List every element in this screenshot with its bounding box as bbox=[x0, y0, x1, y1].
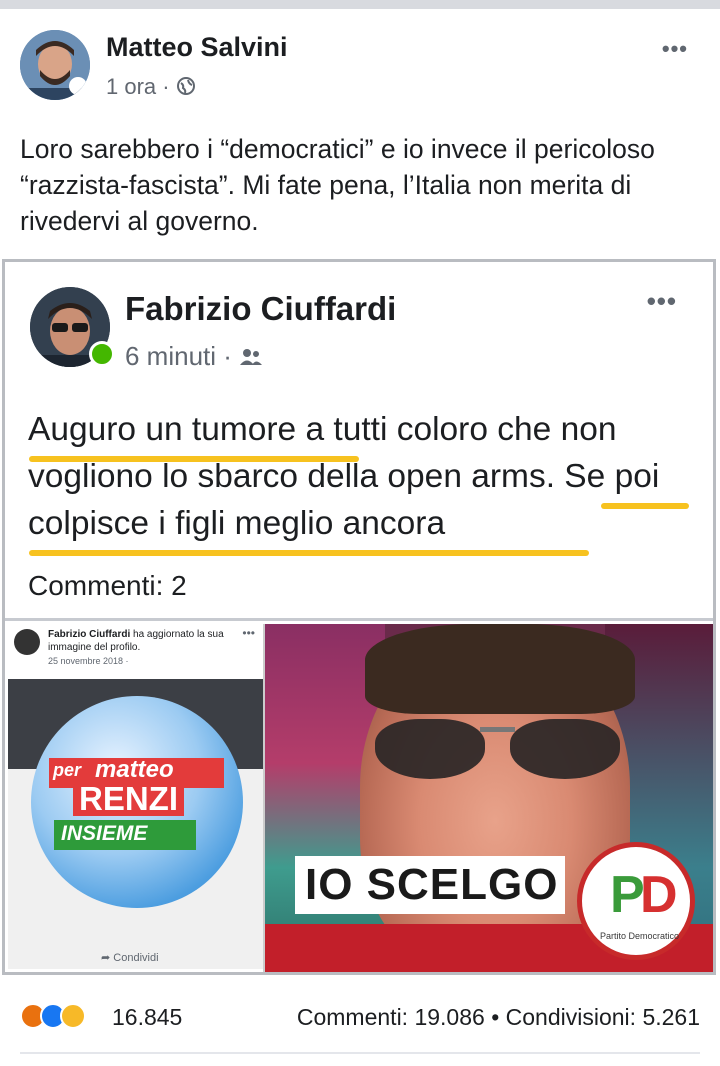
logo-per: per bbox=[53, 760, 82, 780]
divider bbox=[5, 618, 713, 621]
post-meta: 1 ora · bbox=[106, 74, 196, 100]
party-logo: P D Partito Democratico bbox=[577, 842, 695, 960]
author-name[interactable]: Matteo Salvini bbox=[106, 32, 288, 63]
divider bbox=[20, 1052, 700, 1054]
more-options-icon[interactable]: ••• bbox=[662, 36, 688, 62]
highlight-underline bbox=[29, 550, 589, 556]
comments-count[interactable]: Commenti: 19.086 bbox=[297, 1004, 485, 1030]
author-avatar[interactable] bbox=[20, 30, 90, 100]
stats-separator: • bbox=[491, 1004, 500, 1030]
hair bbox=[365, 624, 635, 714]
logo-letter-d: D bbox=[640, 866, 678, 924]
shared-screenshot[interactable]: Fabrizio Ciuffardi 6 minuti · ••• Auguro… bbox=[2, 259, 716, 975]
post-time[interactable]: 1 ora bbox=[106, 74, 156, 99]
mini-share-label: Condividi bbox=[113, 952, 159, 964]
logo-renzi: RENZI bbox=[73, 782, 184, 816]
shares-count[interactable]: Condivisioni: 5.261 bbox=[506, 1004, 700, 1030]
banner-text: IO SCELGO bbox=[305, 860, 559, 909]
post-header: Matteo Salvini 1 ora · ••• bbox=[20, 30, 700, 100]
shared-post-text: Auguro un tumore a tutti coloro che non … bbox=[28, 411, 660, 542]
meta-separator: · bbox=[223, 341, 240, 371]
shared-post-time: 6 minuti bbox=[125, 341, 217, 371]
post-footer: 16.845 Commenti: 19.086 • Condivisioni: … bbox=[20, 1000, 700, 1036]
mini-more-icon: ••• bbox=[242, 626, 255, 640]
logo-caption: Partito Democratico bbox=[600, 931, 680, 941]
sunglasses-bridge bbox=[480, 727, 515, 732]
top-divider bbox=[0, 0, 720, 9]
selfie-photo: IO SCELGO P D Partito Democratico bbox=[265, 624, 713, 972]
online-status-icon bbox=[89, 341, 115, 367]
sad-icon[interactable] bbox=[60, 1003, 86, 1029]
sunglasses-lens-right bbox=[510, 719, 620, 779]
sunglasses-lens-left bbox=[375, 719, 485, 779]
mini-date: 25 novembre 2018 · bbox=[48, 656, 129, 666]
mini-share-link: ➦ Condividi bbox=[101, 951, 159, 964]
globe-icon bbox=[176, 74, 196, 99]
shared-post-meta: 6 minuti · bbox=[125, 341, 263, 372]
mini-avatar bbox=[14, 629, 40, 655]
profile-picture-frame: per matteo RENZI INSIEME bbox=[31, 696, 243, 908]
post-stats: Commenti: 19.086 • Condivisioni: 5.261 bbox=[297, 1004, 700, 1031]
reaction-count[interactable]: 16.845 bbox=[112, 1004, 182, 1031]
friends-icon bbox=[239, 341, 263, 371]
share-icon: ➦ bbox=[101, 952, 114, 964]
shared-comments-count: Commenti: 2 bbox=[28, 570, 187, 601]
mini-post-title: Fabrizio Ciuffardi ha aggiornato la sua … bbox=[48, 628, 238, 654]
shared-author-name: Fabrizio Ciuffardi bbox=[125, 290, 397, 327]
post-text: Loro sarebbero i “democratici” e io inve… bbox=[20, 134, 655, 236]
logo-insieme: INSIEME bbox=[61, 822, 148, 845]
meta-separator: · bbox=[162, 74, 176, 99]
mini-author: Fabrizio Ciuffardi bbox=[48, 629, 131, 640]
profile-update-screenshot: Fabrizio Ciuffardi ha aggiornato la sua … bbox=[8, 624, 265, 972]
shared-more-options-icon: ••• bbox=[646, 286, 677, 316]
